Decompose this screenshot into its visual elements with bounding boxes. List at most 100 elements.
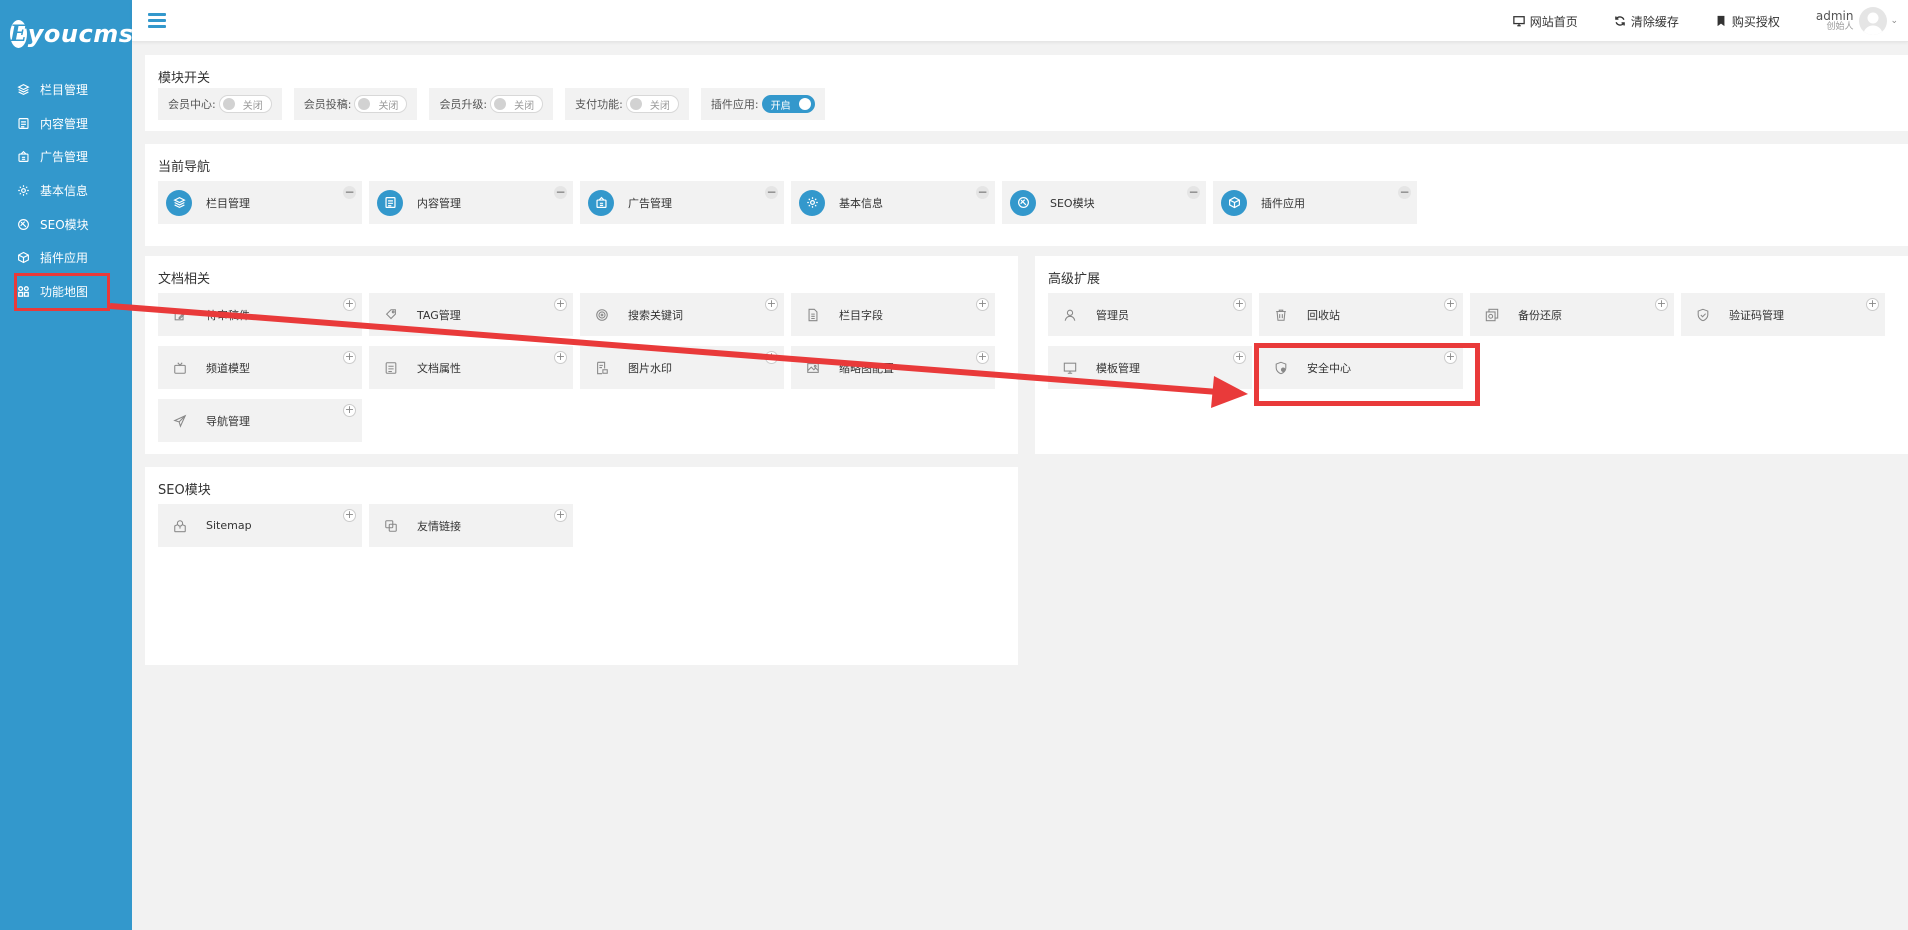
nav-tile-content[interactable]: 内容管理 − (369, 181, 573, 224)
remove-icon[interactable]: − (1187, 186, 1200, 199)
ad-icon (588, 189, 614, 216)
gear-icon (16, 184, 30, 198)
user-name: admin (1815, 8, 1854, 23)
toggle-member-upgrade[interactable]: 关闭 (490, 95, 544, 113)
header-link-clear-cache[interactable]: 清除缓存 (1614, 13, 1679, 30)
add-icon[interactable]: + (343, 298, 356, 311)
tile-captcha-manage[interactable]: 验证码管理 + (1681, 293, 1885, 336)
add-icon[interactable]: + (1866, 298, 1879, 311)
tile-friend-links[interactable]: 友情链接 + (369, 504, 573, 547)
seo-icon (16, 217, 30, 231)
toggle-member-center[interactable]: 关闭 (218, 95, 272, 113)
tile-admins[interactable]: 管理员 + (1048, 293, 1252, 336)
tile-template-manage[interactable]: 模板管理 + (1048, 346, 1252, 389)
document-icon (377, 189, 403, 216)
tile-column-fields[interactable]: 栏目字段 + (791, 293, 995, 336)
sidebar-item-content[interactable]: 内容管理 (0, 107, 132, 141)
tile-nav-manage[interactable]: 导航管理 + (158, 399, 362, 442)
add-icon[interactable]: + (1444, 298, 1457, 311)
sidebar-item-column[interactable]: 栏目管理 (0, 73, 132, 107)
toggle-payment[interactable]: 关闭 (625, 95, 679, 113)
cube-icon (16, 251, 30, 265)
logo[interactable]: E youcms (0, 0, 133, 68)
current-nav-tiles: 栏目管理 − 内容管理 − 广告管理 − 基本信息 − SEO模块 − 插件应用… (158, 181, 1908, 234)
user-role: 创始人 (1826, 21, 1854, 32)
sidebar-item-function-map[interactable]: 功能地图 (0, 275, 132, 309)
nav-tile-basic[interactable]: 基本信息 − (791, 181, 995, 224)
docs-panel: 文档相关 待审稿件 + TAG管理 + 搜索关键词 + 栏目字段 + 频道模型 … (145, 256, 1018, 454)
add-icon[interactable]: + (976, 351, 989, 364)
nav-tile-ads[interactable]: 广告管理 − (580, 181, 784, 224)
sidebar-item-basic[interactable]: 基本信息 (0, 174, 132, 208)
advanced-panel: 高级扩展 管理员 + 回收站 + 备份还原 + 验证码管理 + 模板管理 + 安… (1035, 256, 1908, 454)
tile-sitemap[interactable]: Sitemap + (158, 504, 362, 547)
remove-icon[interactable]: − (1398, 186, 1411, 199)
add-icon[interactable]: + (554, 298, 567, 311)
avatar[interactable] (1859, 7, 1888, 35)
toggle-plugins[interactable]: 开启 (761, 95, 815, 113)
link-icon (377, 512, 405, 540)
list-icon (377, 354, 405, 382)
add-icon[interactable]: + (343, 404, 356, 417)
grid-icon (16, 284, 30, 298)
tag-icon (377, 301, 405, 329)
add-icon[interactable]: + (1655, 298, 1668, 311)
trash-icon (1267, 301, 1295, 329)
add-icon[interactable]: + (1233, 298, 1246, 311)
panel-title: 文档相关 (158, 272, 211, 287)
add-icon[interactable]: + (1444, 351, 1457, 364)
user-avatar-icon (1863, 12, 1884, 35)
sidebar-item-label: 插件应用 (40, 251, 89, 266)
sidebar-item-seo[interactable]: SEO模块 (0, 207, 132, 241)
sidebar-item-ads[interactable]: 广告管理 (0, 140, 132, 174)
nav-tile-plugins[interactable]: 插件应用 − (1213, 181, 1417, 224)
remove-icon[interactable]: − (765, 186, 778, 199)
tile-security-center[interactable]: 安全中心 + (1259, 346, 1463, 389)
remove-icon[interactable]: − (343, 186, 356, 199)
header-link-buy-license[interactable]: 购买授权 (1715, 13, 1780, 30)
user-icon (1056, 301, 1084, 329)
sidebar-item-label: SEO模块 (40, 217, 89, 232)
tile-channel-models[interactable]: 频道模型 + (158, 346, 362, 389)
tile-doc-attributes[interactable]: 文档属性 + (369, 346, 573, 389)
panel-title: SEO模块 (158, 483, 211, 498)
add-icon[interactable]: + (343, 509, 356, 522)
tile-tag-manage[interactable]: TAG管理 + (369, 293, 573, 336)
add-icon[interactable]: + (343, 351, 356, 364)
docs-tiles: 待审稿件 + TAG管理 + 搜索关键词 + 栏目字段 + 频道模型 + 文档属… (158, 293, 1028, 452)
gear-icon (799, 189, 825, 216)
seo-icon (1010, 189, 1036, 216)
add-icon[interactable]: + (976, 298, 989, 311)
nav-tile-seo[interactable]: SEO模块 − (1002, 181, 1206, 224)
add-icon[interactable]: + (1233, 351, 1246, 364)
sidebar-item-plugins[interactable]: 插件应用 (0, 241, 132, 275)
tile-backup-restore[interactable]: 备份还原 + (1470, 293, 1674, 336)
menu-toggle-button[interactable] (148, 13, 166, 29)
tile-image-watermark[interactable]: 图片水印 + (580, 346, 784, 389)
add-icon[interactable]: + (765, 298, 778, 311)
user-menu[interactable]: admin 创始人 ⌄ (1816, 7, 1898, 35)
nav-tile-column[interactable]: 栏目管理 − (158, 181, 362, 224)
add-icon[interactable]: + (554, 351, 567, 364)
tile-thumbnail-config[interactable]: 缩略图配置 + (791, 346, 995, 389)
remove-icon[interactable]: − (554, 186, 567, 199)
monitor-icon (1056, 354, 1084, 382)
header-links: 网站首页 清除缓存 购买授权 admin 创始人 ⌄ (1513, 0, 1908, 42)
remove-icon[interactable]: − (976, 186, 989, 199)
tile-search-keywords[interactable]: 搜索关键词 + (580, 293, 784, 336)
header-link-home[interactable]: 网站首页 (1513, 13, 1578, 30)
add-icon[interactable]: + (765, 351, 778, 364)
tile-pending-articles[interactable]: 待审稿件 + (158, 293, 362, 336)
switch-list: 会员中心: 关闭 会员投稿: 关闭 会员升级: 关闭 支付功能: 关闭 插件应用… (158, 88, 837, 120)
panel-title: 模块开关 (158, 71, 211, 86)
sidebar-item-label: 广告管理 (40, 150, 89, 165)
bookmark-icon (1717, 15, 1725, 27)
chevron-down-icon: ⌄ (1890, 16, 1898, 26)
sidebar: E youcms 栏目管理 内容管理 广告管理 基本信息 SEO模块 插件应用 (0, 0, 133, 930)
toggle-member-submit[interactable]: 关闭 (354, 95, 408, 113)
sidebar-nav: 栏目管理 内容管理 广告管理 基本信息 SEO模块 插件应用 功能地图 (0, 73, 132, 308)
add-icon[interactable]: + (554, 509, 567, 522)
switch-member-upgrade: 会员升级: 关闭 (429, 88, 554, 120)
tile-recycle-bin[interactable]: 回收站 + (1259, 293, 1463, 336)
ad-icon (16, 150, 30, 164)
